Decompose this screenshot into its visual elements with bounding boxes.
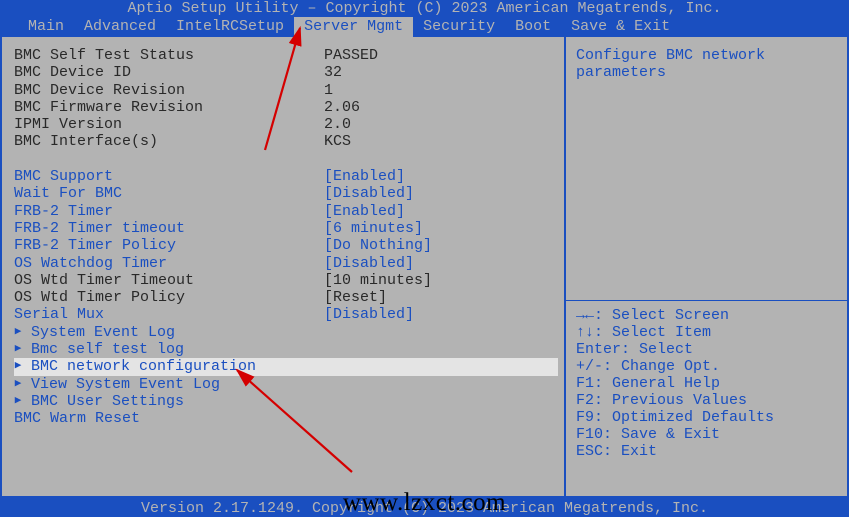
row-value: [Disabled] xyxy=(324,255,414,272)
submenu-arrow-icon xyxy=(14,393,22,410)
setting-bmc-self-test-log[interactable]: Bmc self test log xyxy=(14,341,558,358)
row-value: [Enabled] xyxy=(324,168,405,185)
setting-os-wtd-timer-policy: OS Wtd Timer Policy[Reset] xyxy=(14,289,558,306)
help-keys: →←: Select Screen↑↓: Select ItemEnter: S… xyxy=(576,307,841,490)
help-key-line: F1: General Help xyxy=(576,375,841,392)
row-value: 32 xyxy=(324,64,342,81)
setting-view-system-event-log[interactable]: View System Event Log xyxy=(14,376,558,393)
help-key-line: F10: Save & Exit xyxy=(576,426,841,443)
submenu-arrow-icon xyxy=(14,341,22,358)
setting-bmc-warm-reset[interactable]: BMC Warm Reset xyxy=(14,410,558,427)
row-label: OS Watchdog Timer xyxy=(14,255,324,272)
row-value: [Do Nothing] xyxy=(324,237,432,254)
info-bmc-interface-s-: BMC Interface(s)KCS xyxy=(14,133,558,150)
row-label: Serial Mux xyxy=(14,306,324,323)
blank-row xyxy=(14,151,558,168)
row-value: 2.06 xyxy=(324,99,360,116)
help-divider xyxy=(566,300,849,301)
row-label: BMC Device ID xyxy=(14,64,324,81)
row-value: [Reset] xyxy=(324,289,387,306)
submenu-arrow-icon xyxy=(14,358,22,375)
menu-security[interactable]: Security xyxy=(413,17,505,37)
menu-intelrcsetup[interactable]: IntelRCSetup xyxy=(166,17,294,37)
row-label: IPMI Version xyxy=(14,116,324,133)
row-label xyxy=(14,151,324,168)
help-key-line: ESC: Exit xyxy=(576,443,841,460)
info-bmc-firmware-revision: BMC Firmware Revision2.06 xyxy=(14,99,558,116)
row-label: BMC Device Revision xyxy=(14,82,324,99)
row-value: 2.0 xyxy=(324,116,351,133)
row-value: KCS xyxy=(324,133,351,150)
setting-os-wtd-timer-timeout: OS Wtd Timer Timeout[10 minutes] xyxy=(14,272,558,289)
row-value: [6 minutes] xyxy=(324,220,423,237)
setting-bmc-network-configuration[interactable]: BMC network configuration xyxy=(14,358,558,375)
row-label: Wait For BMC xyxy=(14,185,324,202)
row-label: FRB-2 Timer Policy xyxy=(14,237,324,254)
setting-wait-for-bmc[interactable]: Wait For BMC[Disabled] xyxy=(14,185,558,202)
help-panel: Configure BMC network parameters →←: Sel… xyxy=(564,37,849,498)
top-menu-bar: MainAdvancedIntelRCSetupServer MgmtSecur… xyxy=(0,17,849,37)
row-value: PASSED xyxy=(324,47,378,64)
app-footer: Version 2.17.1249. Copyright (C) 2023 Am… xyxy=(0,500,849,517)
info-bmc-device-id: BMC Device ID32 xyxy=(14,64,558,81)
row-label: BMC Support xyxy=(14,168,324,185)
row-label: System Event Log xyxy=(22,324,324,341)
row-label: FRB-2 Timer timeout xyxy=(14,220,324,237)
row-value: 1 xyxy=(324,82,333,99)
info-bmc-device-revision: BMC Device Revision1 xyxy=(14,82,558,99)
row-label: BMC Firmware Revision xyxy=(14,99,324,116)
help-key-line: Enter: Select xyxy=(576,341,841,358)
app-title: Aptio Setup Utility – Copyright (C) 2023… xyxy=(0,0,849,17)
setting-bmc-support[interactable]: BMC Support[Enabled] xyxy=(14,168,558,185)
row-label: OS Wtd Timer Policy xyxy=(14,289,324,306)
info-bmc-self-test-status: BMC Self Test StatusPASSED xyxy=(14,47,558,64)
help-key-line: →←: Select Screen xyxy=(576,307,841,324)
setting-frb-2-timer-policy[interactable]: FRB-2 Timer Policy[Do Nothing] xyxy=(14,237,558,254)
setting-bmc-user-settings[interactable]: BMC User Settings xyxy=(14,393,558,410)
menu-main[interactable]: Main xyxy=(18,17,74,37)
info-ipmi-version: IPMI Version2.0 xyxy=(14,116,558,133)
main-panel: BMC Self Test StatusPASSEDBMC Device ID3… xyxy=(0,37,564,498)
row-value: [Disabled] xyxy=(324,185,414,202)
menu-save-exit[interactable]: Save & Exit xyxy=(561,17,680,37)
row-label: BMC Warm Reset xyxy=(14,410,324,427)
setting-os-watchdog-timer[interactable]: OS Watchdog Timer[Disabled] xyxy=(14,255,558,272)
row-label: BMC User Settings xyxy=(22,393,324,410)
help-key-line: F9: Optimized Defaults xyxy=(576,409,841,426)
row-label: OS Wtd Timer Timeout xyxy=(14,272,324,289)
row-label: BMC network configuration xyxy=(22,358,324,375)
menu-boot[interactable]: Boot xyxy=(505,17,561,37)
row-value: [10 minutes] xyxy=(324,272,432,289)
help-key-line: +/-: Change Opt. xyxy=(576,358,841,375)
setting-frb-2-timer-timeout[interactable]: FRB-2 Timer timeout[6 minutes] xyxy=(14,220,558,237)
submenu-arrow-icon xyxy=(14,376,22,393)
help-description: Configure BMC network parameters xyxy=(576,47,841,81)
row-value: [Disabled] xyxy=(324,306,414,323)
help-key-line: F2: Previous Values xyxy=(576,392,841,409)
setting-frb-2-timer[interactable]: FRB-2 Timer[Enabled] xyxy=(14,203,558,220)
setting-system-event-log[interactable]: System Event Log xyxy=(14,324,558,341)
submenu-arrow-icon xyxy=(14,324,22,341)
row-label: Bmc self test log xyxy=(22,341,324,358)
help-key-line: ↑↓: Select Item xyxy=(576,324,841,341)
row-label: BMC Self Test Status xyxy=(14,47,324,64)
setting-serial-mux[interactable]: Serial Mux[Disabled] xyxy=(14,306,558,323)
row-label: View System Event Log xyxy=(22,376,324,393)
menu-server-mgmt[interactable]: Server Mgmt xyxy=(294,17,413,37)
menu-advanced[interactable]: Advanced xyxy=(74,17,166,37)
row-label: FRB-2 Timer xyxy=(14,203,324,220)
row-value: [Enabled] xyxy=(324,203,405,220)
row-label: BMC Interface(s) xyxy=(14,133,324,150)
